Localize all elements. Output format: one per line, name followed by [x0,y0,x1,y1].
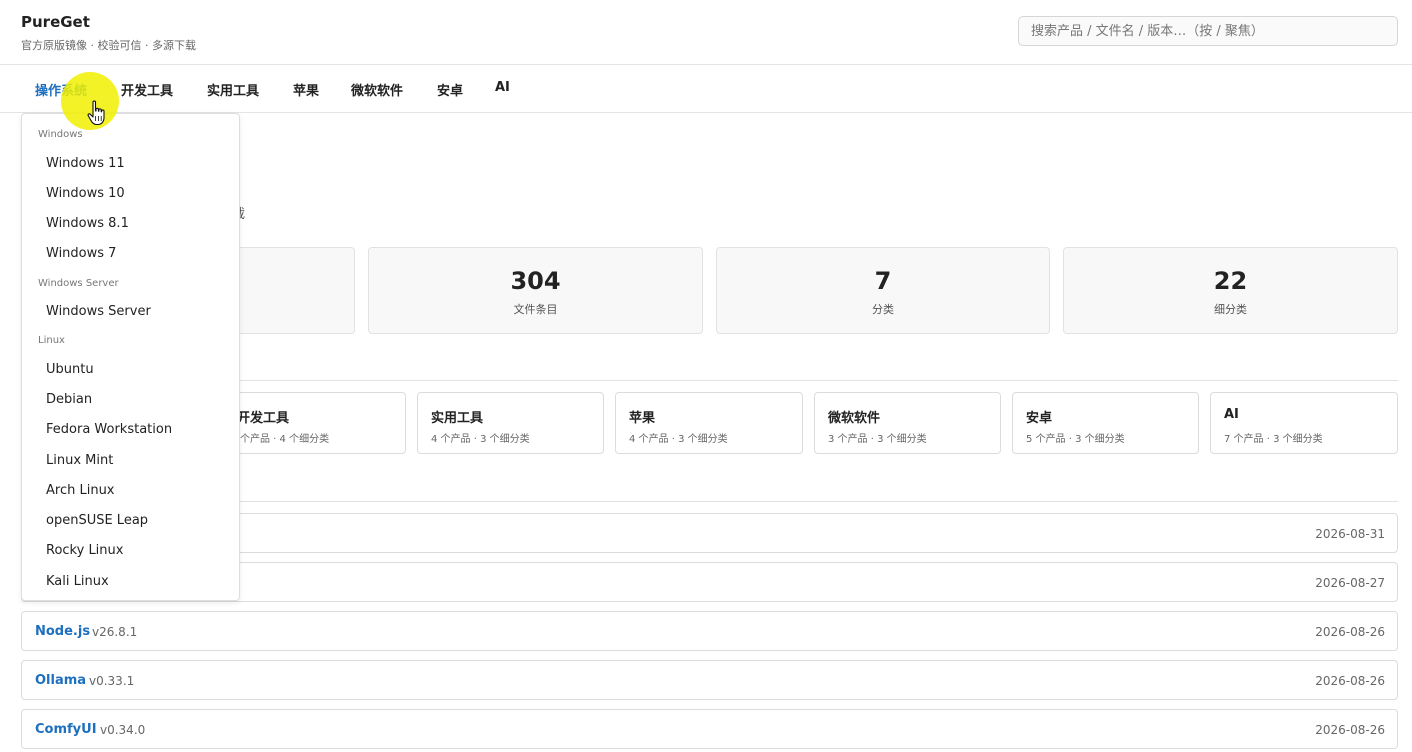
category-card-utilities[interactable]: 实用工具 4 个产品 · 3 个细分类 [417,392,604,454]
menu-group-label-windows: Windows [38,129,83,140]
stat-value: 304 [510,267,561,295]
menu-item-windows-7[interactable]: Windows 7 [46,246,116,261]
category-meta: 7 个产品 · 3 个细分类 [1224,434,1323,445]
category-card-android[interactable]: 安卓 5 个产品 · 3 个细分类 [1012,392,1199,454]
category-name: 开发工具 [237,411,290,426]
category-name: AI [1224,407,1239,422]
category-card-microsoft[interactable]: 微软软件 3 个产品 · 3 个细分类 [814,392,1001,454]
brand-title[interactable]: PureGet [21,13,90,31]
menu-item-windows-11[interactable]: Windows 11 [46,156,125,171]
category-name: 实用工具 [431,411,484,426]
search-input[interactable] [1018,16,1398,46]
release-version: v0.34.0 [100,723,146,737]
site-header: PureGet 官方原版镜像 · 校验可信 · 多源下载 [0,0,1412,65]
category-name: 苹果 [629,411,656,426]
stat-card-subcategories: 22 细分类 [1063,247,1398,334]
category-card-apple[interactable]: 苹果 4 个产品 · 3 个细分类 [615,392,803,454]
menu-item-fedora-workstation[interactable]: Fedora Workstation [46,422,172,437]
menu-item-debian[interactable]: Debian [46,392,92,407]
menu-item-opensuse-leap[interactable]: openSUSE Leap [46,513,148,528]
menu-item-linux-mint[interactable]: Linux Mint [46,453,113,468]
category-meta: 4 个产品 · 3 个细分类 [431,434,530,445]
menu-item-ubuntu[interactable]: Ubuntu [46,362,94,377]
menu-group-label-linux: Linux [38,335,65,346]
menu-item-windows-10[interactable]: Windows 10 [46,186,125,201]
category-meta: 3 个产品 · 3 个细分类 [828,434,927,445]
nav-item-android[interactable]: 安卓 [437,80,463,99]
nav-item-microsoft[interactable]: 微软软件 [351,80,403,99]
release-row[interactable]: Node.js v26.8.1 2026-08-26 [21,611,1398,651]
menu-group-label-windows-server: Windows Server [38,278,119,289]
category-name: 微软软件 [828,411,881,426]
category-name: 安卓 [1026,411,1053,426]
nav-item-ai[interactable]: AI [495,80,510,95]
brand-subtitle: 官方原版镜像 · 校验可信 · 多源下载 [21,39,196,52]
release-date: 2026-08-26 [1315,625,1385,639]
release-version: v0.33.1 [89,674,135,688]
menu-item-rocky-linux[interactable]: Rocky Linux [46,543,123,558]
stat-label: 文件条目 [513,303,558,316]
menu-item-windows-server[interactable]: Windows Server [46,304,151,319]
menu-item-kali-linux[interactable]: Kali Linux [46,574,109,589]
stat-value: 22 [1213,267,1248,295]
release-row[interactable]: Ollama v0.33.1 2026-08-26 [21,660,1398,700]
release-date: 2026-08-27 [1315,576,1385,590]
stat-value: 7 [874,267,892,295]
release-version: v26.8.1 [92,625,138,639]
release-date: 2026-08-31 [1315,527,1385,541]
release-name[interactable]: Ollama [35,673,86,688]
stat-label: 分类 [872,303,894,316]
stat-card-categories: 7 分类 [716,247,1050,334]
release-name[interactable]: ComfyUI [35,722,97,737]
release-row[interactable]: ComfyUI v0.34.0 2026-08-26 [21,709,1398,749]
main-nav: 操作系统 开发工具 实用工具 苹果 微软软件 安卓 AI [0,65,1412,113]
category-meta: 5 个产品 · 3 个细分类 [1026,434,1125,445]
nav-item-utilities[interactable]: 实用工具 [207,80,259,99]
release-name[interactable]: Node.js [35,624,90,639]
os-dropdown-menu: Windows Windows 11 Windows 10 Windows 8.… [21,113,240,601]
menu-item-windows-8-1[interactable]: Windows 8.1 [46,216,129,231]
menu-item-arch-linux[interactable]: Arch Linux [46,483,115,498]
nav-item-apple[interactable]: 苹果 [293,80,319,99]
stat-label: 细分类 [1214,303,1247,316]
release-date: 2026-08-26 [1315,723,1385,737]
hand-pointer-icon [87,100,105,126]
category-meta: 个产品 · 4 个细分类 [240,434,330,445]
nav-item-dev-tools[interactable]: 开发工具 [121,80,173,99]
stat-card-files: 304 文件条目 [368,247,703,334]
category-card-ai[interactable]: AI 7 个产品 · 3 个细分类 [1210,392,1398,454]
category-meta: 4 个产品 · 3 个细分类 [629,434,728,445]
release-date: 2026-08-26 [1315,674,1385,688]
